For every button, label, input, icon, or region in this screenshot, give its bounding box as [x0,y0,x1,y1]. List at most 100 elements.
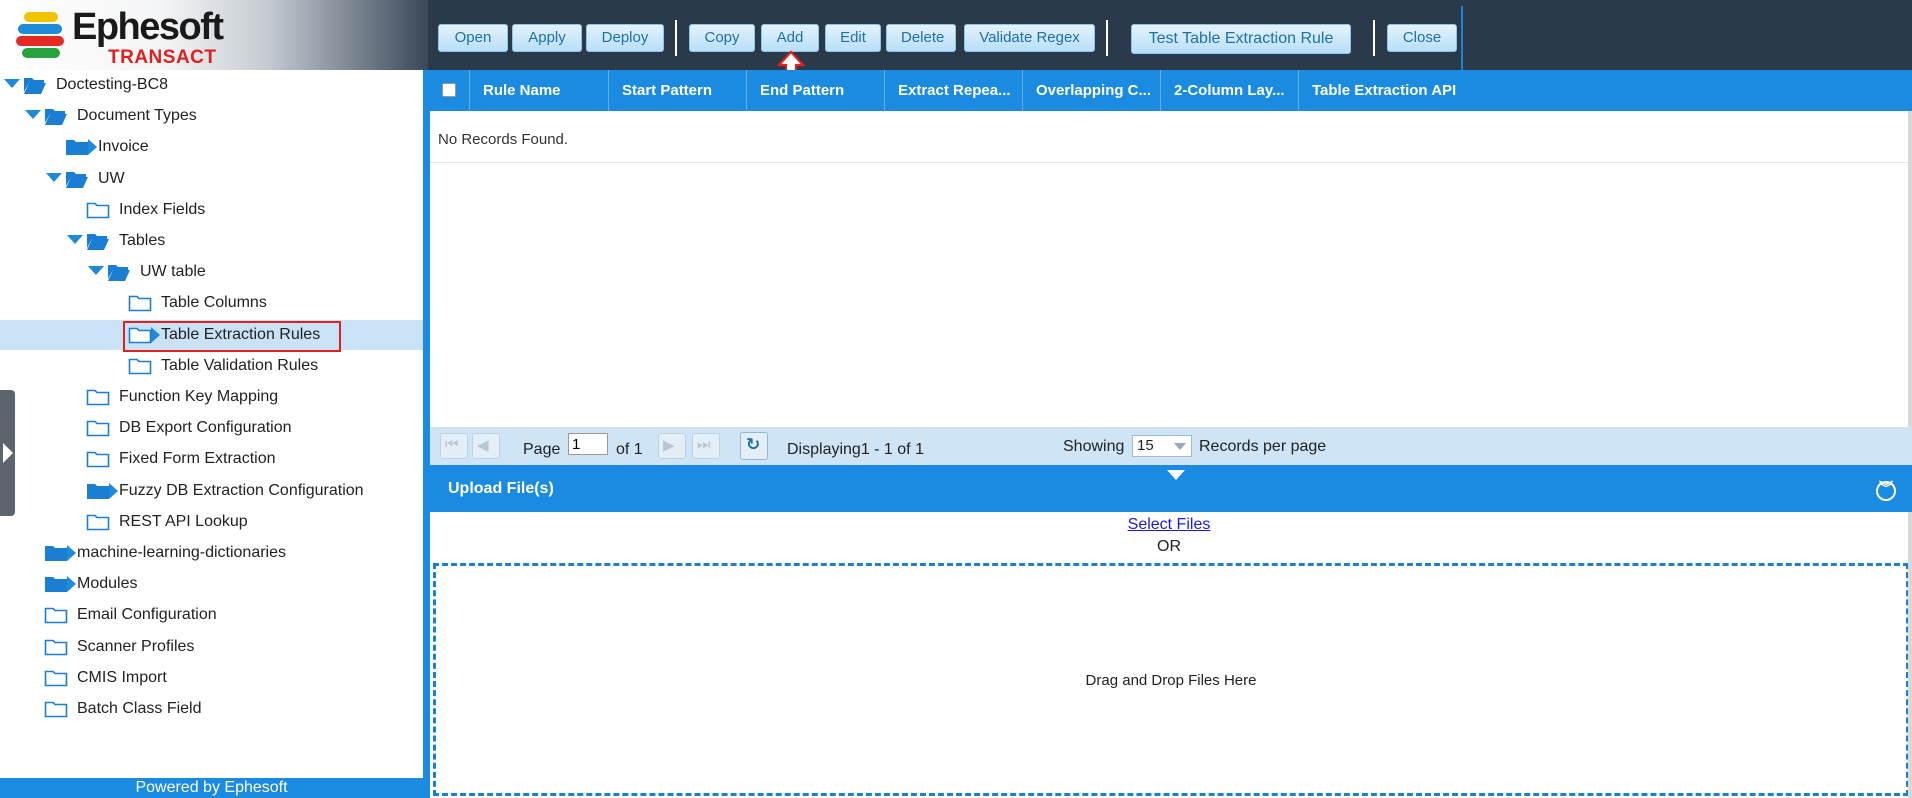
expanded-arrow-icon[interactable] [25,110,41,120]
tree-item[interactable]: Doctesting-BC8 [0,70,423,100]
tree-item[interactable]: DB Export Configuration [0,413,423,443]
batch-class-tree: Doctesting-BC8 Document Types Invoice UW Ind… [0,70,423,778]
tree-item-label: Fuzzy DB Extraction Configuration [119,481,364,499]
tree-item[interactable]: UW table [0,257,423,287]
panel-splitter[interactable] [423,70,430,798]
powered-by-footer: Powered by Ephesoft [0,778,423,798]
last-page-button[interactable]: ⏭ [692,433,720,459]
tree-item[interactable]: UW [0,164,423,194]
tree-item[interactable]: Index Fields [0,195,423,225]
select-all-cell [430,70,470,111]
column-end-pattern[interactable]: End Pattern [747,70,885,111]
tree-item[interactable]: CMIS Import [0,663,423,693]
column-extract-repeat[interactable]: Extract Repea... [885,70,1023,111]
outline-folder-icon [44,605,68,630]
collapsed-arrow-icon[interactable] [67,576,76,593]
select-all-checkbox[interactable] [442,83,456,97]
tree-item-label: machine-learning-dictionaries [77,544,286,561]
tree-item-label: Scanner Profiles [77,637,195,655]
folder-icon [44,543,68,568]
tree-item[interactable]: Fuzzy DB Extraction Configuration [0,476,423,506]
page-number-input[interactable] [568,433,608,455]
copy-button[interactable]: Copy [689,24,755,52]
ephesoft-logo-icon [16,12,68,58]
folder-icon [65,137,89,162]
expanded-arrow-icon[interactable] [4,79,20,88]
collapse-upload-button[interactable]: ︾ [1876,480,1896,501]
tree-item-label: REST API Lookup [119,512,248,530]
expand-left-panel-handle[interactable] [0,390,15,516]
collapsed-arrow-icon[interactable] [109,482,118,499]
expanded-arrow-icon[interactable] [46,172,62,182]
tree-item[interactable]: machine-learning-dictionaries [0,538,423,568]
column-overlapping[interactable]: Overlapping C... [1023,70,1161,111]
drawer-toggle-handle[interactable] [1142,465,1210,483]
tree-item-label: UW table [140,263,206,281]
add-button[interactable]: Add [761,24,819,52]
upload-scrollbar[interactable] [1908,512,1912,798]
logo: Ephesoft TRANSACT [0,0,428,70]
outline-folder-icon [86,449,110,474]
tree-item[interactable]: Email Configuration [0,600,423,630]
toolbar-divider [1373,20,1375,56]
previous-page-button[interactable]: ◀ [472,433,500,459]
pagination-bar: ⏮ ◀ Page of 1 ▶ ⏭ ↻ Displaying1 - 1 of 1… [430,427,1912,465]
next-page-icon: ▶ [663,437,675,454]
tree-item[interactable]: Document Types [0,101,423,131]
test-table-extraction-rule-button[interactable]: Test Table Extraction Rule [1131,24,1351,54]
or-separator: OR [1157,538,1181,555]
close-button[interactable]: Close [1387,24,1457,52]
tree-item-label: Function Key Mapping [119,388,279,405]
tree-item[interactable]: Table Validation Rules [0,351,423,381]
next-page-button[interactable]: ▶ [658,433,686,459]
tree-item[interactable]: Table Columns [0,288,423,318]
tree-item[interactable]: Scanner Profiles [0,632,423,662]
selection-highlight-box [123,321,341,352]
deploy-button[interactable]: Deploy [586,24,664,52]
brand-name: Ephesoft [72,6,224,48]
validate-regex-button[interactable]: Validate Regex [964,24,1095,52]
chevron-down-icon [1174,443,1186,450]
outline-folder-icon [44,668,68,693]
folder-icon [44,574,68,599]
column-start-pattern[interactable]: Start Pattern [609,70,747,111]
tree-item[interactable]: Fixed Form Extraction [0,444,423,474]
refresh-button[interactable]: ↻ [740,432,768,460]
chevron-down-icon [1167,470,1185,480]
open-button[interactable]: Open [438,24,508,52]
delete-button[interactable]: Delete [886,24,956,52]
edit-button[interactable]: Edit [825,24,881,52]
displaying-count: Displaying1 - 1 of 1 [787,441,924,458]
outline-folder-icon [86,418,110,443]
column-rule-name[interactable]: Rule Name [470,70,609,111]
expand-icon [3,443,13,463]
tree-item[interactable]: Function Key Mapping [0,382,423,412]
collapsed-arrow-icon[interactable] [67,545,76,561]
file-drop-zone[interactable]: Drag and Drop Files Here [433,563,1909,796]
expanded-arrow-icon[interactable] [88,266,104,276]
tree-item[interactable]: REST API Lookup [0,507,423,537]
tree-item-label: Doctesting-BC8 [56,76,169,93]
tree-item[interactable]: Modules [0,569,423,599]
first-page-button[interactable]: ⏮ [440,433,468,459]
open-folder-icon [44,106,68,131]
apply-button[interactable]: Apply [512,24,582,52]
brand-product: TRANSACT [108,47,217,68]
outline-folder-icon [44,699,68,724]
tree-item[interactable]: Invoice [0,132,423,162]
column-two-column-layout[interactable]: 2-Column Lay... [1161,70,1299,111]
records-per-page-select[interactable]: 15 [1132,435,1192,457]
grid-scrollbar[interactable] [1908,111,1912,427]
tree-item[interactable]: Tables [0,226,423,256]
empty-grid-message: No Records Found. [438,131,569,148]
tree-item-label: Index Fields [119,200,206,218]
tree-item[interactable]: Batch Class Field [0,694,423,724]
collapsed-arrow-icon[interactable] [88,139,97,156]
select-files-link[interactable]: Select Files [430,516,1908,534]
toolbar: Open Apply Deploy Copy Add Edit Delete V… [428,0,1462,70]
expanded-arrow-icon[interactable] [67,235,83,244]
open-folder-icon [107,262,131,287]
tree-item-label: Tables [119,232,166,249]
column-table-extraction-api[interactable]: Table Extraction API [1299,70,1539,111]
tree-item-label: Document Types [77,107,197,125]
